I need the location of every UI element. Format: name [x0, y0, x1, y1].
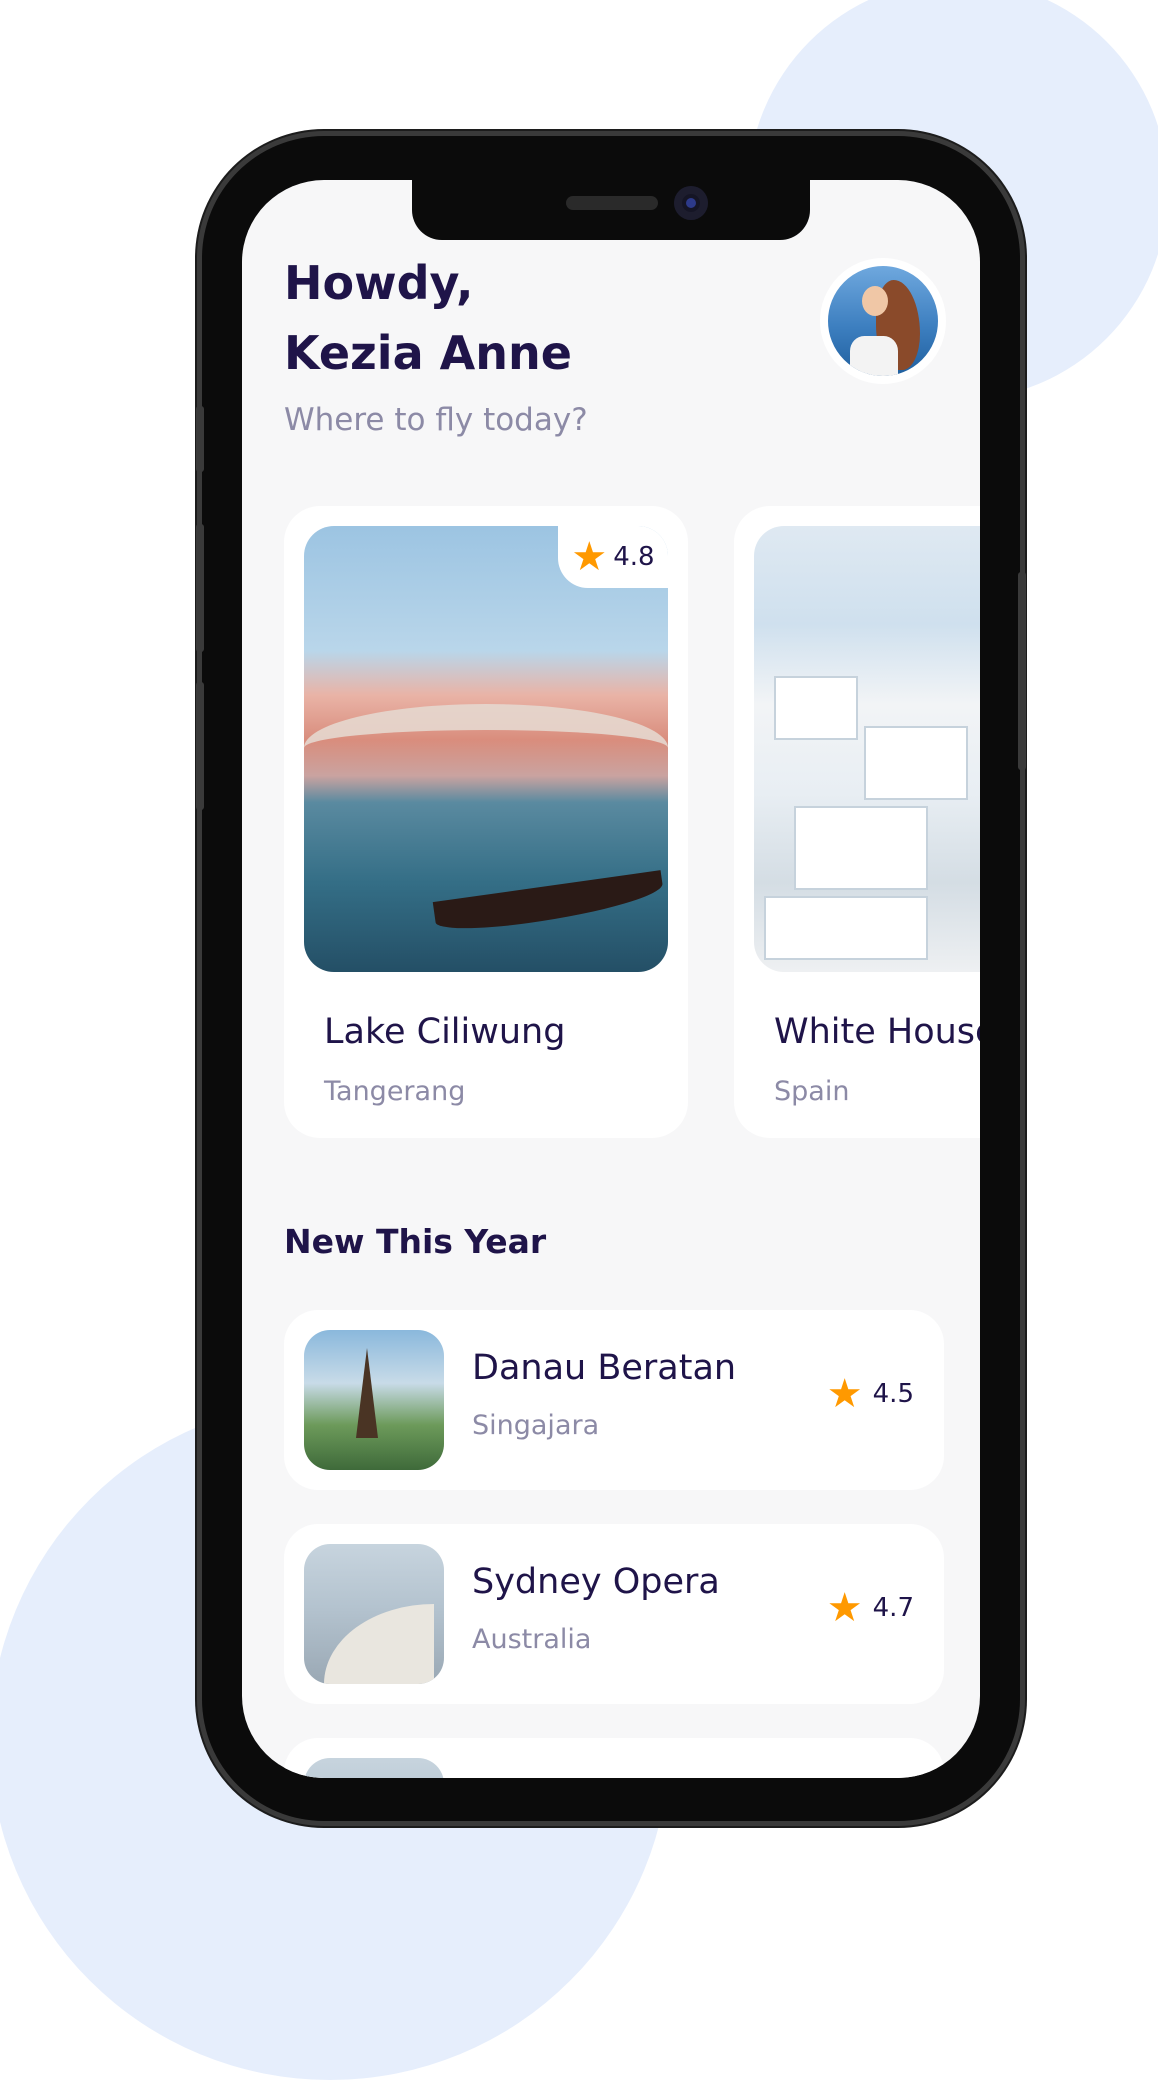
list-item-name: Danau Beratan: [472, 1348, 737, 1388]
list-item-danau-beratan[interactable]: Danau Beratan Singajara ★ 4.5: [284, 1310, 944, 1490]
list-item-rating: ★ 4.7: [827, 1588, 914, 1628]
destination-location: Spain: [774, 1076, 850, 1107]
destination-thumbnail: [304, 1544, 444, 1684]
photo-building: [774, 676, 858, 740]
user-name: Kezia Anne: [284, 326, 572, 380]
destination-photo: ★ 4.8: [304, 526, 668, 972]
section-title-new-this-year: New This Year: [284, 1222, 547, 1261]
destination-card-white-house[interactable]: White House Spain: [734, 506, 980, 1138]
list-item-location: Australia: [472, 1624, 592, 1655]
greeting: Howdy, Kezia Anne: [284, 248, 572, 388]
list-item-rating: ★ 4.5: [827, 1374, 914, 1414]
avatar-shirt: [850, 336, 898, 376]
rating-badge: ★ 4.8: [558, 526, 668, 588]
phone-volume-up: [196, 524, 204, 652]
photo-pagoda: [356, 1348, 378, 1438]
list-item-location: Singajara: [472, 1410, 600, 1441]
destination-thumbnail: [304, 1330, 444, 1470]
destination-location: Tangerang: [324, 1076, 466, 1107]
avatar-face: [862, 286, 888, 316]
rating-value: 4.8: [613, 542, 655, 572]
greeting-line-1: Howdy,: [284, 256, 474, 310]
photo-building: [864, 726, 968, 800]
rating-value: 4.7: [872, 1593, 914, 1623]
photo-opera-shell: [324, 1604, 434, 1684]
destination-title: White House: [774, 1012, 980, 1052]
list-item-sydney-opera[interactable]: Sydney Opera Australia ★ 4.7: [284, 1524, 944, 1704]
list-item-partial[interactable]: [284, 1738, 944, 1778]
photo-building: [764, 896, 928, 960]
destination-title: Lake Ciliwung: [324, 1012, 566, 1052]
app-screen: Howdy, Kezia Anne Where to fly today? ★ …: [242, 180, 980, 1778]
destination-photo: [754, 526, 980, 972]
destination-thumbnail: [304, 1758, 444, 1778]
avatar[interactable]: [820, 258, 946, 384]
list-item-name: Sydney Opera: [472, 1562, 720, 1602]
star-icon: ★: [826, 1585, 863, 1631]
photo-gondola: [432, 870, 666, 936]
phone-power-button: [1018, 572, 1026, 770]
camera-icon: [674, 186, 708, 220]
phone-volume-down: [196, 682, 204, 810]
star-icon: ★: [826, 1371, 863, 1417]
photo-building: [794, 806, 928, 890]
phone-mute-switch: [196, 406, 204, 472]
phone-notch: [412, 174, 810, 240]
greeting-subtitle: Where to fly today?: [284, 402, 588, 438]
star-icon: ★: [571, 534, 608, 580]
rating-value: 4.5: [872, 1379, 914, 1409]
speaker-grille: [566, 196, 658, 210]
destination-card-lake-ciliwung[interactable]: ★ 4.8 Lake Ciliwung Tangerang: [284, 506, 688, 1138]
photo-bridge: [304, 704, 668, 792]
